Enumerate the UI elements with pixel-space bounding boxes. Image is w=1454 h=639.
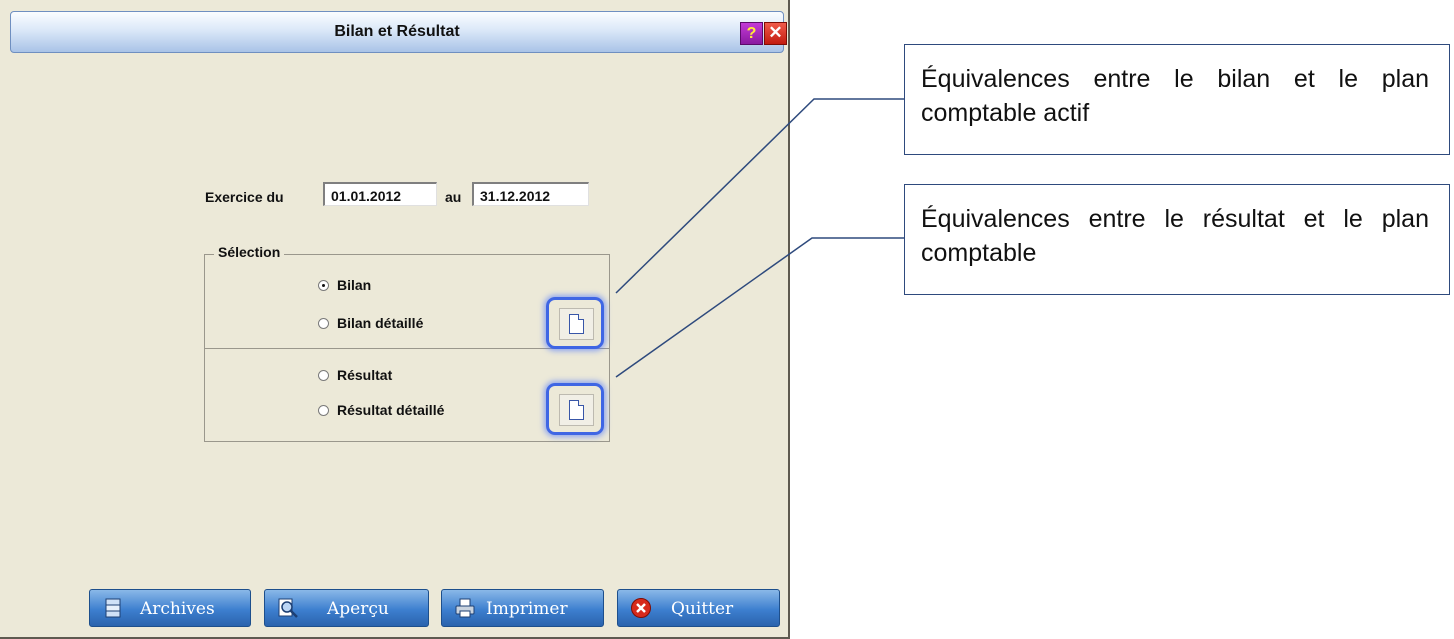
callout-line-resultat: [615, 237, 904, 378]
callout-resultat: Équivalences entre le résultat et le pla…: [904, 184, 1450, 295]
callout-bilan-text: Équivalences entre le bilan et le plan c…: [921, 65, 1429, 127]
callout-resultat-text: Équivalences entre le résultat et le pla…: [921, 205, 1429, 267]
callout-bilan: Équivalences entre le bilan et le plan c…: [904, 44, 1450, 155]
callout-line-bilan: [615, 98, 904, 294]
